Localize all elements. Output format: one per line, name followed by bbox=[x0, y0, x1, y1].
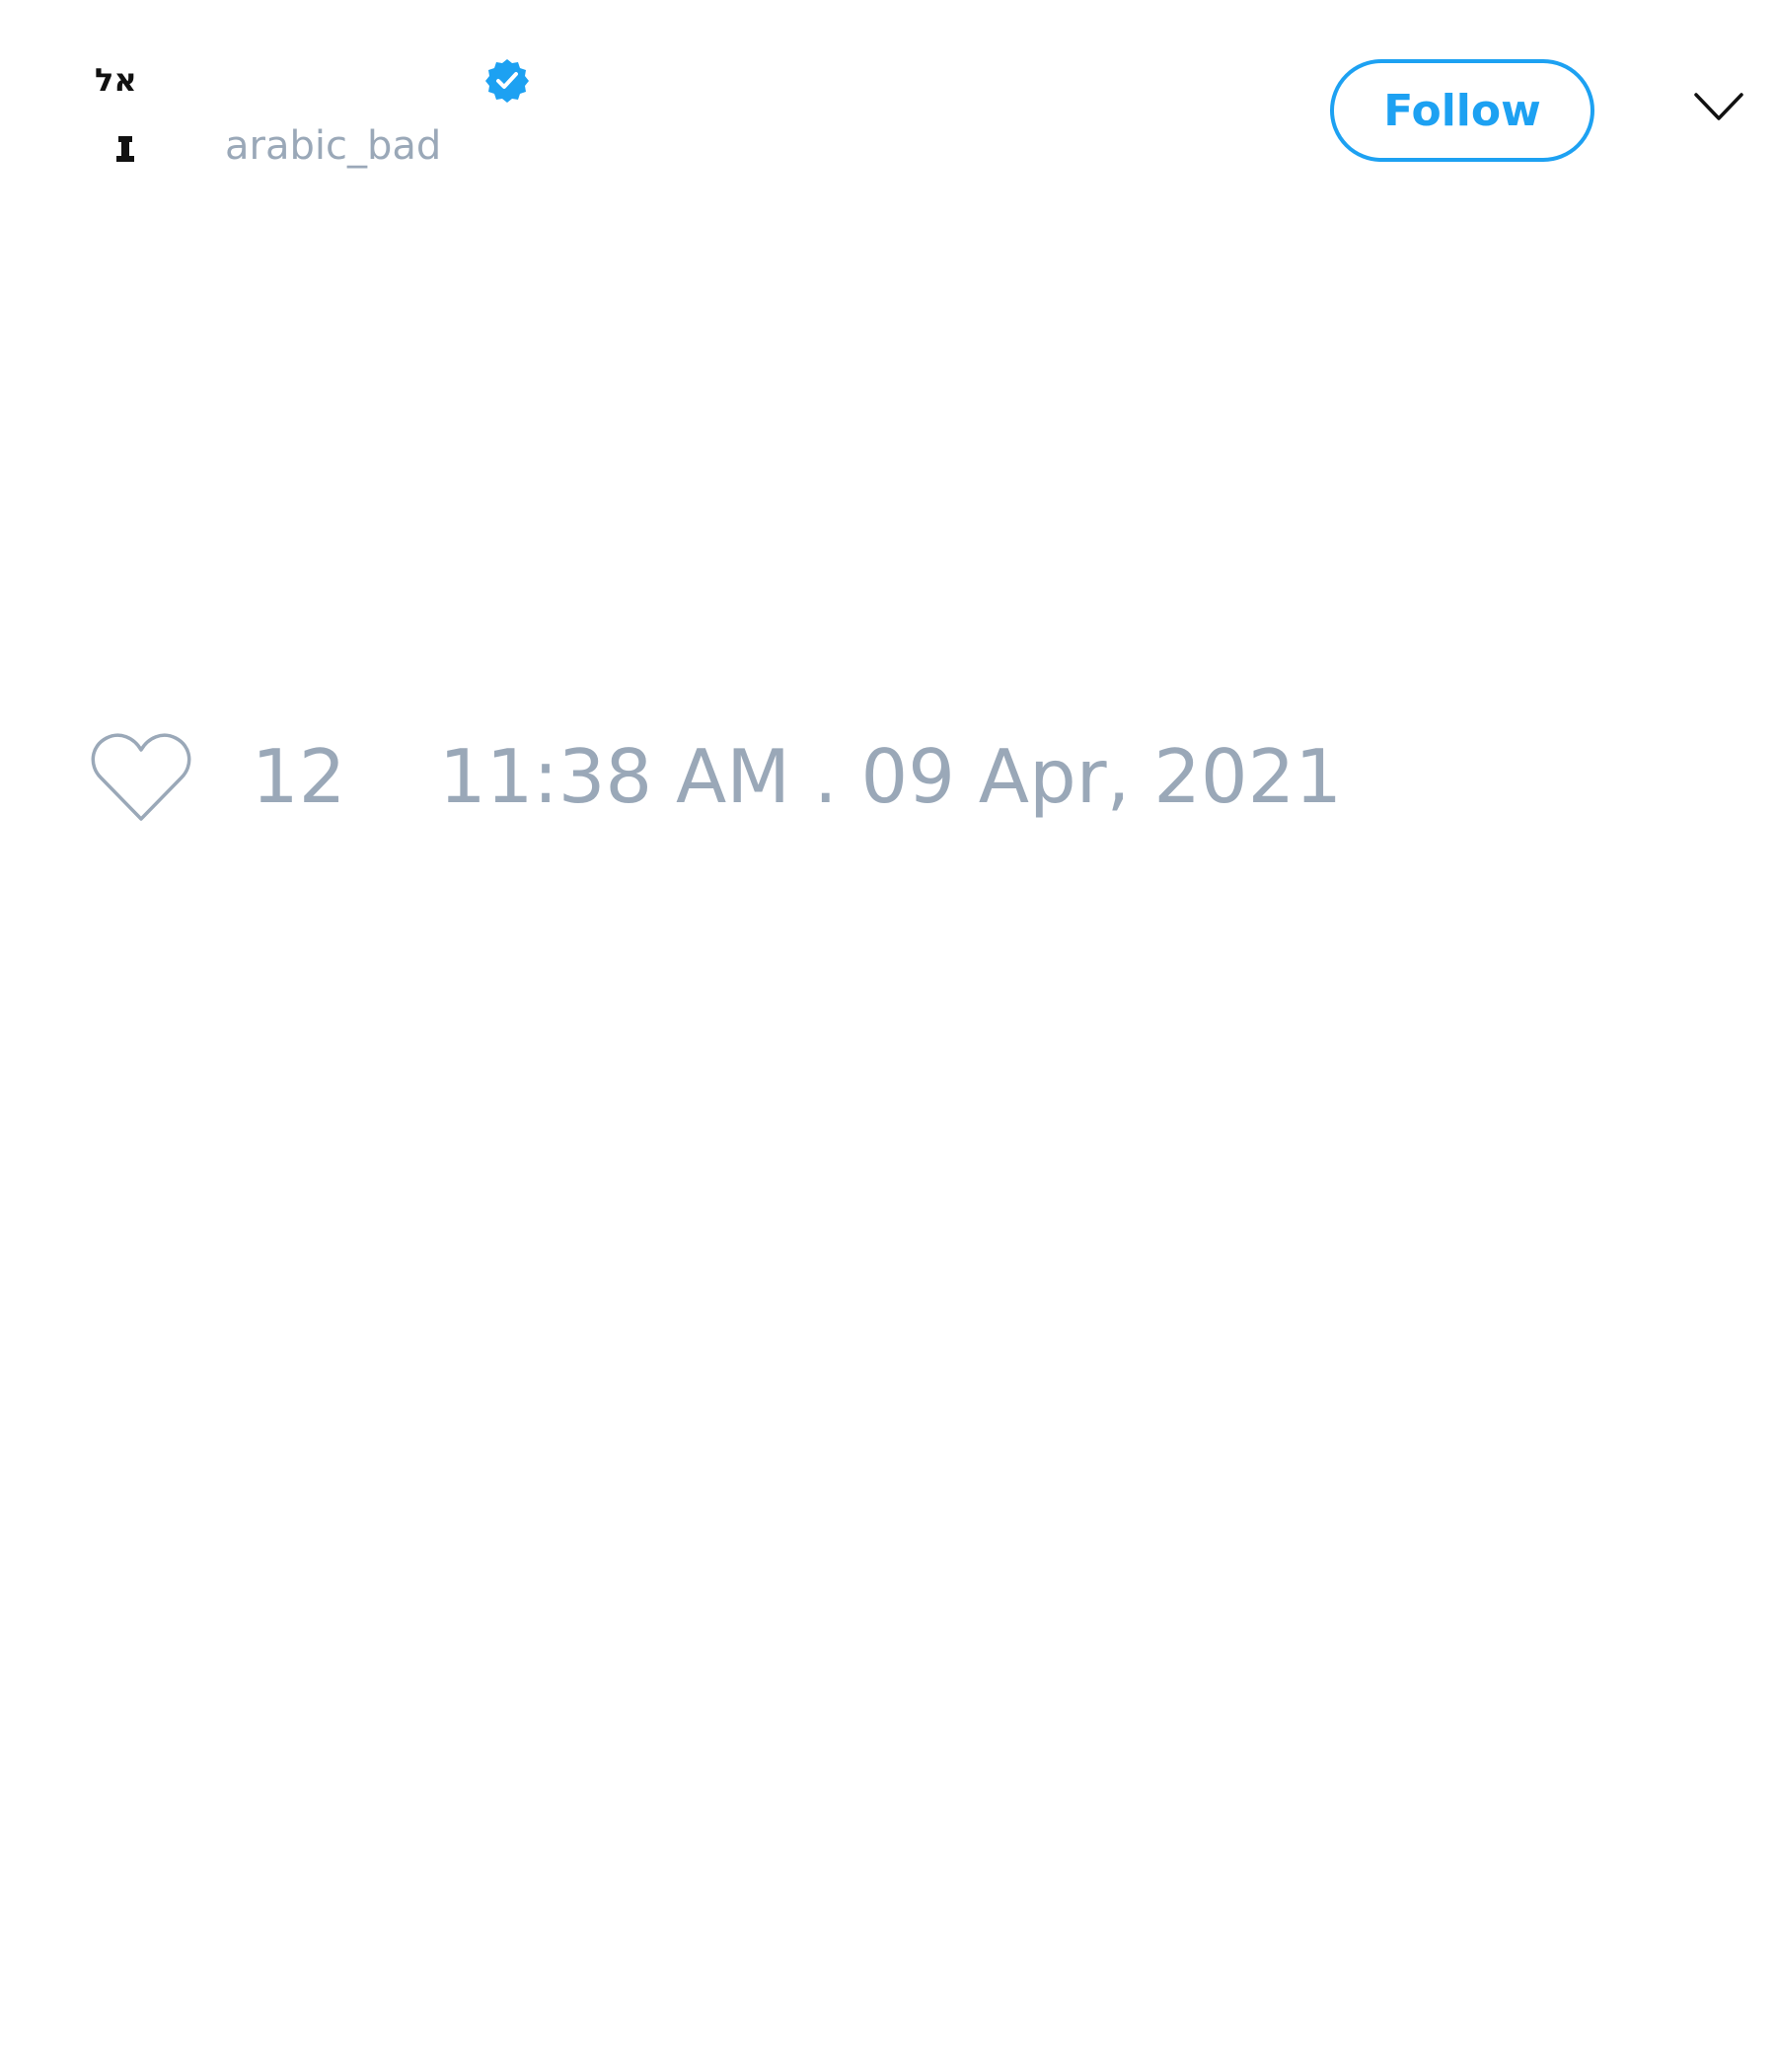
svg-text:אל: אל bbox=[95, 61, 137, 99]
follow-button[interactable]: Follow bbox=[1330, 59, 1594, 162]
tweet-card: אל arabic_bad Follow 12 11:38 AM . 09 Ap… bbox=[0, 0, 1776, 2072]
heart-icon[interactable] bbox=[89, 730, 193, 825]
chevron-down-icon[interactable] bbox=[1693, 91, 1744, 124]
avatar[interactable]: אל bbox=[89, 49, 164, 178]
avatar-glyph-icon: אל bbox=[95, 61, 137, 162]
username[interactable]: arabic_bad bbox=[225, 126, 441, 166]
verified-badge-icon bbox=[483, 57, 531, 105]
tweet-timestamp[interactable]: 11:38 AM . 09 Apr, 2021 bbox=[439, 740, 1342, 814]
like-count: 12 bbox=[252, 733, 346, 820]
